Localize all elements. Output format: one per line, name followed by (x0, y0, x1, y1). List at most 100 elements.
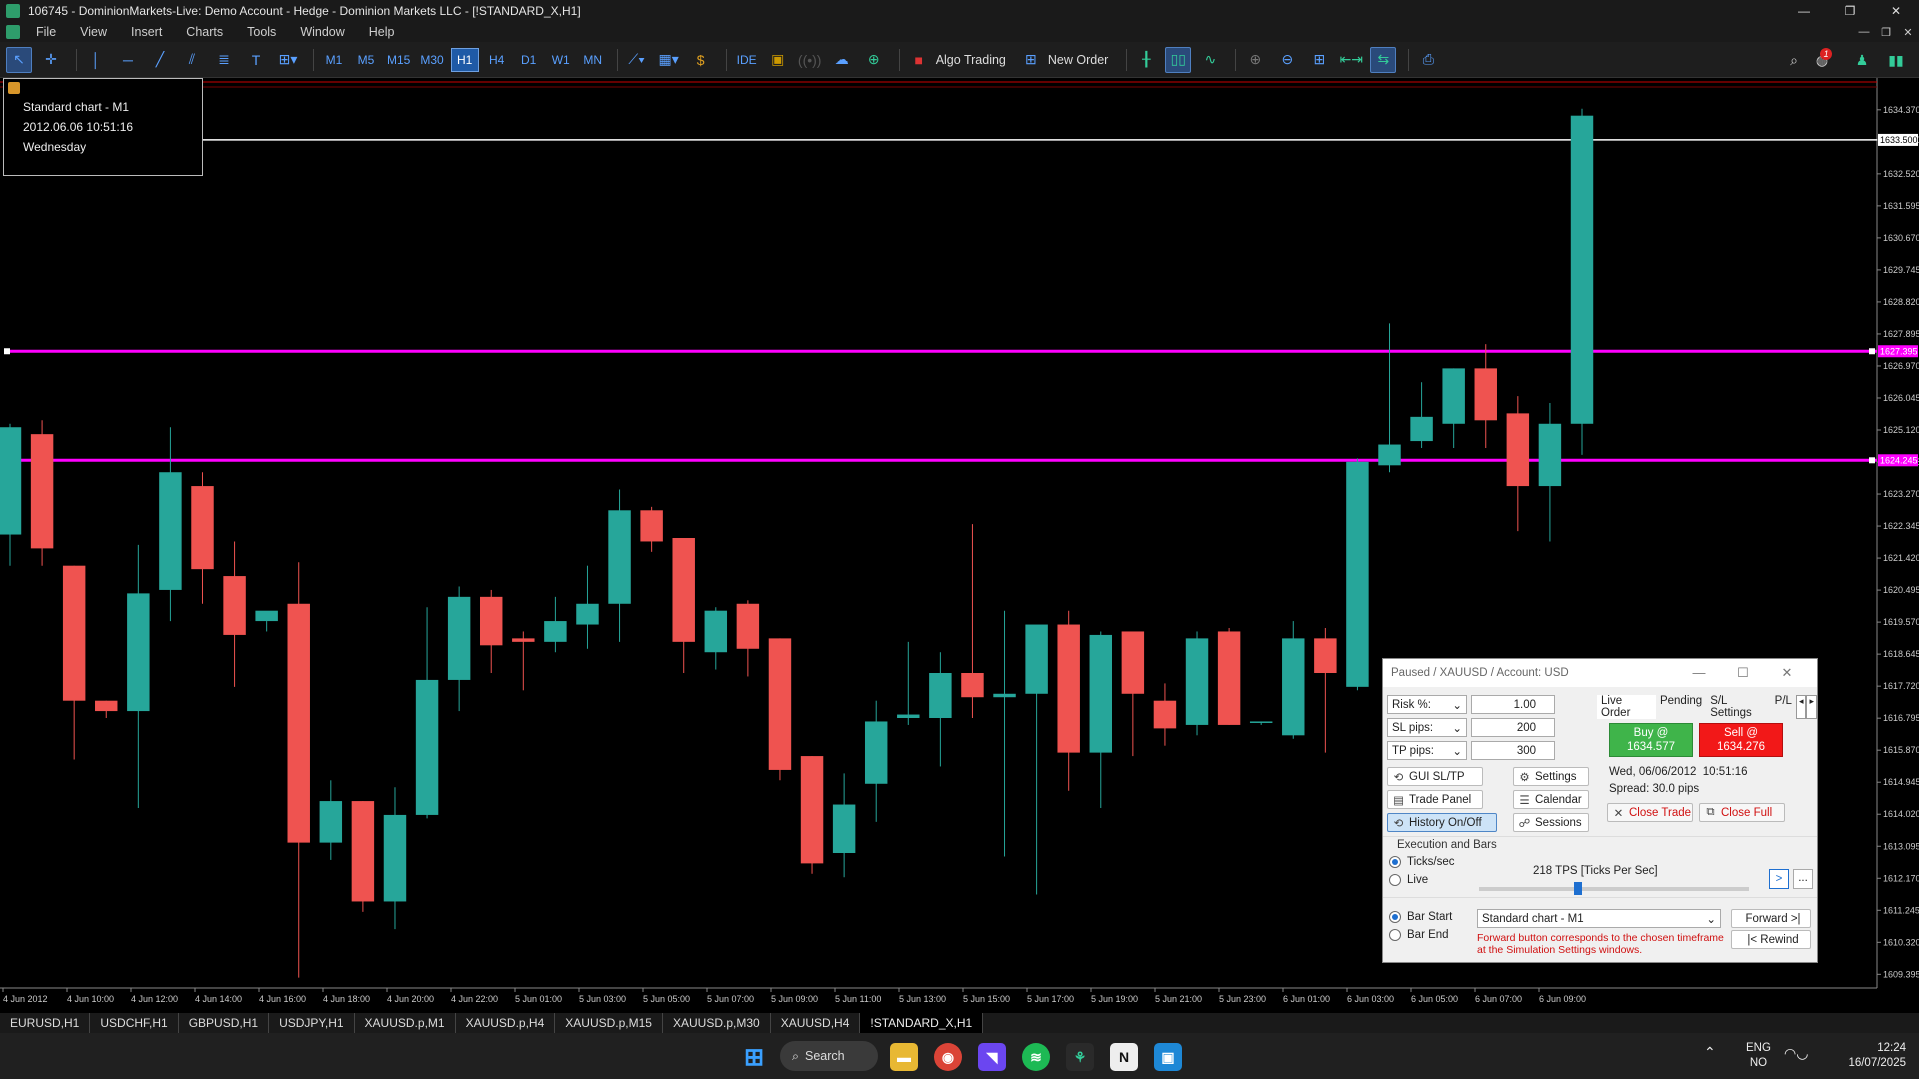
screenshot-icon[interactable]: ⎙ (1415, 47, 1441, 73)
indicators-icon[interactable]: ▦▾ (656, 47, 682, 73)
more-options-button[interactable]: ... (1793, 869, 1813, 889)
gui-sltp-button[interactable]: ⟲ GUI SL/TP (1387, 767, 1483, 786)
zoom-out-icon[interactable]: ⊖ (1274, 47, 1300, 73)
spotify-icon[interactable]: ≋ (1022, 1043, 1050, 1071)
clock[interactable]: 12:24 16/07/2025 (1836, 1041, 1906, 1071)
symbol-tab-active[interactable]: !STANDARD_X,H1 (860, 1013, 984, 1033)
tp-dropdown[interactable]: TP pips: ⌄ (1387, 741, 1467, 760)
taskbar-search[interactable]: ⌕ Search (780, 1041, 878, 1071)
bar-chart-icon[interactable]: ╂ (1133, 47, 1159, 73)
file-explorer-icon[interactable]: ▬ (890, 1043, 918, 1071)
tab-pl[interactable]: P/L (1773, 695, 1794, 719)
sl-input[interactable]: 200 (1471, 718, 1555, 737)
signal-icon[interactable]: ((•)) (797, 47, 823, 73)
symbol-tab[interactable]: USDCHF,H1 (90, 1013, 179, 1033)
history-toggle-button[interactable]: ⟲ History On/Off (1387, 813, 1497, 832)
cloud-icon[interactable]: ☁ (829, 47, 855, 73)
settings-button[interactable]: ⚙ Settings (1513, 767, 1589, 786)
sessions-button[interactable]: ☍ Sessions (1513, 813, 1589, 832)
account-icon[interactable]: ♟ (1849, 48, 1875, 72)
symbol-tab[interactable]: GBPUSD,H1 (179, 1013, 270, 1033)
notion-icon[interactable]: N (1110, 1043, 1138, 1071)
symbol-tab[interactable]: XAUUSD.p,M15 (555, 1013, 663, 1033)
symbol-tab[interactable]: XAUUSD.p,M1 (355, 1013, 456, 1033)
next-tick-button[interactable]: > (1769, 869, 1789, 889)
close-window-button[interactable]: ✕ (1873, 0, 1919, 22)
tab-pending[interactable]: Pending (1656, 695, 1706, 719)
wifi-icon[interactable]: ◠◡ (1784, 1046, 1808, 1061)
chart-select-dropdown[interactable]: Standard chart - M1 ⌄ (1477, 909, 1721, 928)
menu-charts[interactable]: Charts (174, 25, 235, 39)
chart-close-icon[interactable]: ✕ (1897, 22, 1919, 42)
timeframe-m5[interactable]: M5 (352, 48, 380, 72)
panel-minimize-button[interactable]: — (1677, 665, 1721, 681)
metatrader-icon[interactable]: ⚘ (1066, 1043, 1094, 1071)
menu-file[interactable]: File (24, 25, 68, 39)
panel-maximize-button[interactable]: ☐ (1721, 665, 1765, 681)
symbol-tab[interactable]: XAUUSD,H4 (771, 1013, 861, 1033)
remote-desktop-icon[interactable]: ▣ (1154, 1043, 1182, 1071)
symbol-tab[interactable]: EURUSD,H1 (0, 1013, 91, 1033)
shapes-icon[interactable]: ⊞▾ (275, 47, 301, 73)
timeframe-w1[interactable]: W1 (547, 48, 575, 72)
bar-end-radio[interactable] (1389, 929, 1401, 941)
trendline-icon[interactable]: ╱ (147, 47, 173, 73)
timeframe-m15[interactable]: M15 (384, 48, 413, 72)
line-chart-icon[interactable]: ∿ (1197, 47, 1223, 73)
bar-end-option[interactable]: Bar End (1389, 929, 1449, 941)
menu-insert[interactable]: Insert (119, 25, 174, 39)
text-tool-icon[interactable]: T (243, 47, 269, 73)
menu-tools[interactable]: Tools (235, 25, 288, 39)
timeframe-d1[interactable]: D1 (515, 48, 543, 72)
symbol-tab[interactable]: USDJPY,H1 (269, 1013, 355, 1033)
live-radio[interactable] (1389, 874, 1401, 886)
vertical-line-icon[interactable]: │ (83, 47, 109, 73)
tab-sl-settings[interactable]: S/L Settings (1706, 695, 1772, 719)
tps-slider-thumb[interactable] (1573, 882, 1582, 895)
ide-button[interactable]: IDE (733, 48, 761, 72)
autoscroll-icon[interactable]: ⇤⇥ (1338, 47, 1364, 73)
tab-scroll-right-icon[interactable]: ▸ (1806, 695, 1817, 719)
tab-live-order[interactable]: Live Order (1597, 695, 1656, 719)
cursor-icon[interactable]: ↖ (6, 46, 32, 73)
new-order-button[interactable]: New Order (1048, 53, 1108, 67)
close-trade-button[interactable]: ✕ Close Trade (1607, 803, 1693, 822)
tp-input[interactable]: 300 (1471, 741, 1555, 760)
maximize-button[interactable]: ❐ (1827, 0, 1873, 22)
visual-studio-icon[interactable]: ◥ (978, 1043, 1006, 1071)
signal-strength-icon[interactable]: ▮▮ (1883, 48, 1909, 72)
trade-panel-button[interactable]: ▤ Trade Panel (1387, 790, 1483, 809)
ticks-per-sec-option[interactable]: Ticks/sec (1389, 856, 1455, 868)
panel-close-button[interactable]: ✕ (1765, 665, 1809, 681)
bar-start-radio[interactable] (1389, 911, 1401, 923)
timeframe-m30[interactable]: M30 (417, 48, 446, 72)
ticks-radio[interactable] (1389, 856, 1401, 868)
chart-type-icon[interactable]: ⟋▾ (624, 47, 650, 73)
rewind-button[interactable]: |< Rewind (1731, 930, 1811, 949)
timeframe-m1[interactable]: M1 (320, 48, 348, 72)
timeframe-h4[interactable]: H4 (483, 48, 511, 72)
live-option[interactable]: Live (1389, 874, 1428, 886)
sell-button[interactable]: Sell @ 1634.276 (1699, 723, 1783, 757)
tray-chevron-up-icon[interactable]: ⌃ (1704, 1045, 1716, 1060)
candlestick-icon[interactable]: ▯▯ (1165, 46, 1192, 73)
chrome-icon[interactable]: ◉ (934, 1043, 962, 1071)
language-indicator[interactable]: ENG NO (1746, 1041, 1771, 1071)
channel-icon[interactable]: ⫽ (179, 47, 205, 73)
minimize-button[interactable]: — (1781, 0, 1827, 22)
algo-trading-button[interactable]: Algo Trading (936, 53, 1006, 67)
sl-dropdown[interactable]: SL pips: ⌄ (1387, 718, 1467, 737)
timeframe-h1[interactable]: H1 (450, 47, 479, 72)
crosshair-icon[interactable]: ✛ (38, 47, 64, 73)
chart-menu-icon[interactable] (6, 25, 20, 39)
chart-restore-icon[interactable]: ❐ (1875, 22, 1897, 42)
menu-help[interactable]: Help (357, 25, 407, 39)
close-full-button[interactable]: ⧉ Close Full (1699, 803, 1785, 822)
menu-view[interactable]: View (68, 25, 119, 39)
vps-icon[interactable]: ⊕ (861, 47, 887, 73)
menu-window[interactable]: Window (288, 25, 356, 39)
timeframe-mn[interactable]: MN (579, 48, 607, 72)
tps-slider[interactable] (1479, 882, 1749, 895)
tab-scroll-left-icon[interactable]: ◂ (1795, 695, 1807, 719)
horizontal-line-icon[interactable]: ─ (115, 47, 141, 73)
